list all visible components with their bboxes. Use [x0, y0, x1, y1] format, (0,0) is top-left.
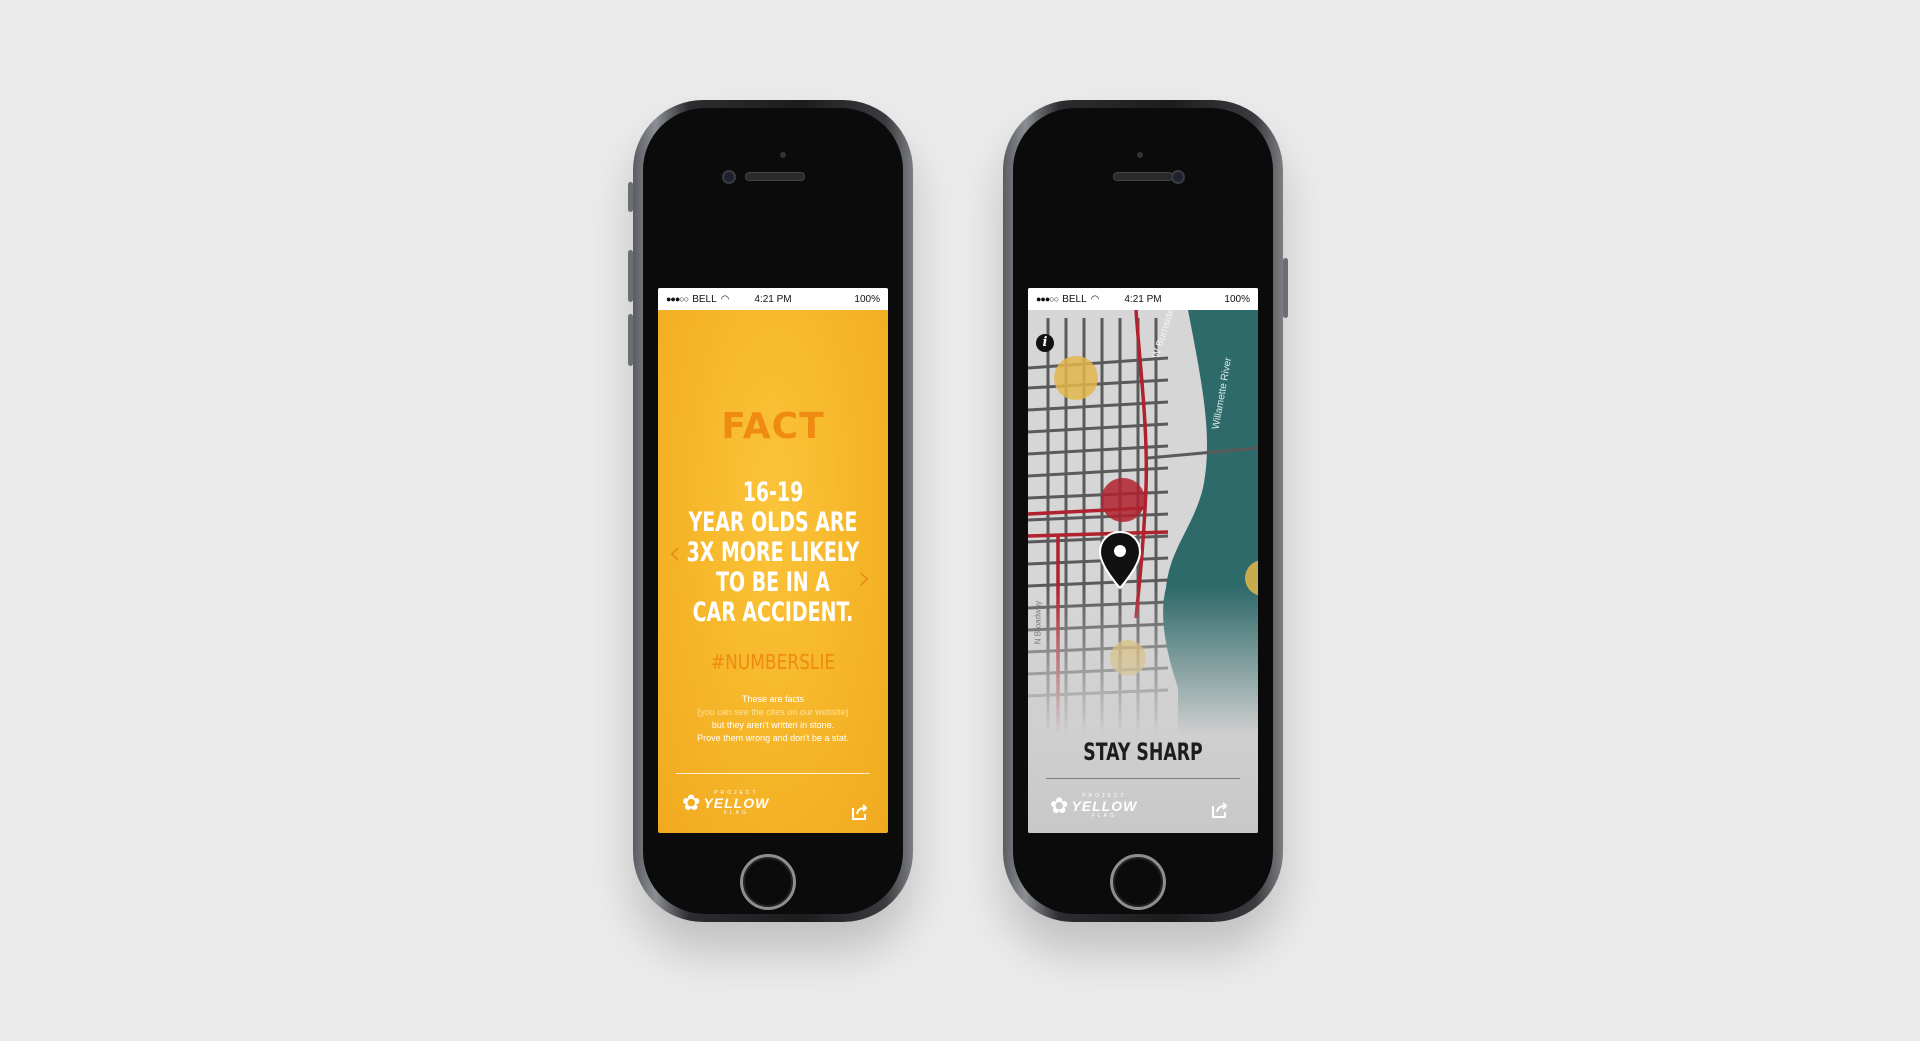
divider — [676, 773, 870, 774]
fact-screen: ●●●○○ BELL ◠ 4:21 PM 100% FACT 16-19 YEA… — [658, 288, 888, 833]
carrier: BELL — [1062, 293, 1087, 305]
volume-down-button — [628, 314, 633, 366]
note-line: (you can see the cites on our website) — [697, 707, 849, 717]
fact-line: YEAR OLDS ARE — [688, 507, 858, 538]
fact-statement: 16-19 YEAR OLDS ARE 3X MORE LIKELY TO BE… — [683, 478, 862, 628]
road-label: N Broadway — [1033, 600, 1043, 645]
flower-icon: ✿ — [1050, 793, 1069, 818]
stay-sharp-title: STAY SHARP — [1083, 738, 1203, 766]
battery: 100% — [854, 293, 880, 305]
power-button — [1283, 258, 1288, 318]
wifi-icon: ◠ — [720, 293, 730, 305]
logo-main: YELLOW — [703, 795, 770, 811]
note-line: Prove them wrong and don't be a stat. — [697, 733, 849, 743]
front-camera — [722, 170, 736, 184]
share-icon[interactable] — [850, 802, 870, 822]
fact-line: 3X MORE LIKELY — [686, 537, 860, 568]
wifi-icon: ◠ — [1090, 293, 1100, 305]
fact-line: 16-19 — [742, 477, 804, 508]
map-screen: W Burnside Willamette River N Broadway ●… — [1028, 288, 1258, 833]
signal-icon: ●●●○○ — [666, 294, 689, 304]
note-line: These are facts — [741, 694, 805, 704]
earpiece — [1113, 172, 1173, 181]
logo-bottom: FLAG — [1091, 813, 1117, 819]
note-line: but they aren't written in stone. — [711, 720, 835, 730]
project-yellow-flag-logo: ✿ PROJECT YELLOW FLAG — [682, 790, 769, 816]
clock: 4:21 PM — [754, 293, 792, 305]
battery: 100% — [1224, 293, 1250, 305]
left-phone: ●●●○○ BELL ◠ 4:21 PM 100% FACT 16-19 YEA… — [628, 100, 913, 922]
signal-icon: ●●●○○ — [1036, 294, 1059, 304]
divider — [1046, 778, 1240, 779]
fact-line: CAR ACCIDENT. — [692, 597, 854, 628]
status-bar: ●●●○○ BELL ◠ 4:21 PM 100% — [1028, 288, 1258, 310]
phone-face: ●●●○○ BELL ◠ 4:21 PM 100% FACT 16-19 YEA… — [643, 108, 903, 914]
project-yellow-flag-logo: ✿ PROJECT YELLOW FLAG — [1050, 793, 1137, 819]
earpiece — [745, 172, 805, 181]
fact-note: These are facts (you can see the cites o… — [658, 693, 888, 745]
fact-line: TO BE IN A — [716, 567, 830, 598]
flower-icon: ✿ — [682, 790, 701, 815]
clock: 4:21 PM — [1124, 293, 1162, 305]
home-button[interactable] — [1110, 854, 1166, 910]
mockup-stage: ●●●○○ BELL ◠ 4:21 PM 100% FACT 16-19 YEA… — [0, 0, 1920, 1041]
sensor — [780, 152, 786, 158]
info-icon[interactable]: i — [1036, 334, 1054, 352]
home-button[interactable] — [740, 854, 796, 910]
right-phone: W Burnside Willamette River N Broadway ●… — [1003, 100, 1288, 922]
phone-face: W Burnside Willamette River N Broadway ●… — [1013, 108, 1273, 914]
carrier: BELL — [692, 293, 717, 305]
share-icon[interactable] — [1210, 800, 1230, 820]
logo-main: YELLOW — [1071, 798, 1138, 814]
fact-heading: FACT — [721, 406, 825, 447]
chevron-right-icon[interactable]: › — [858, 558, 872, 598]
chevron-left-icon[interactable]: ‹ — [668, 533, 682, 573]
front-camera — [1171, 170, 1185, 184]
volume-up-button — [628, 250, 633, 302]
sensor — [1137, 152, 1143, 158]
mute-switch — [628, 182, 633, 212]
hashtag[interactable]: #NUMBERSLIE — [675, 650, 871, 674]
logo-bottom: FLAG — [723, 810, 749, 816]
status-bar: ●●●○○ BELL ◠ 4:21 PM 100% — [658, 288, 888, 310]
